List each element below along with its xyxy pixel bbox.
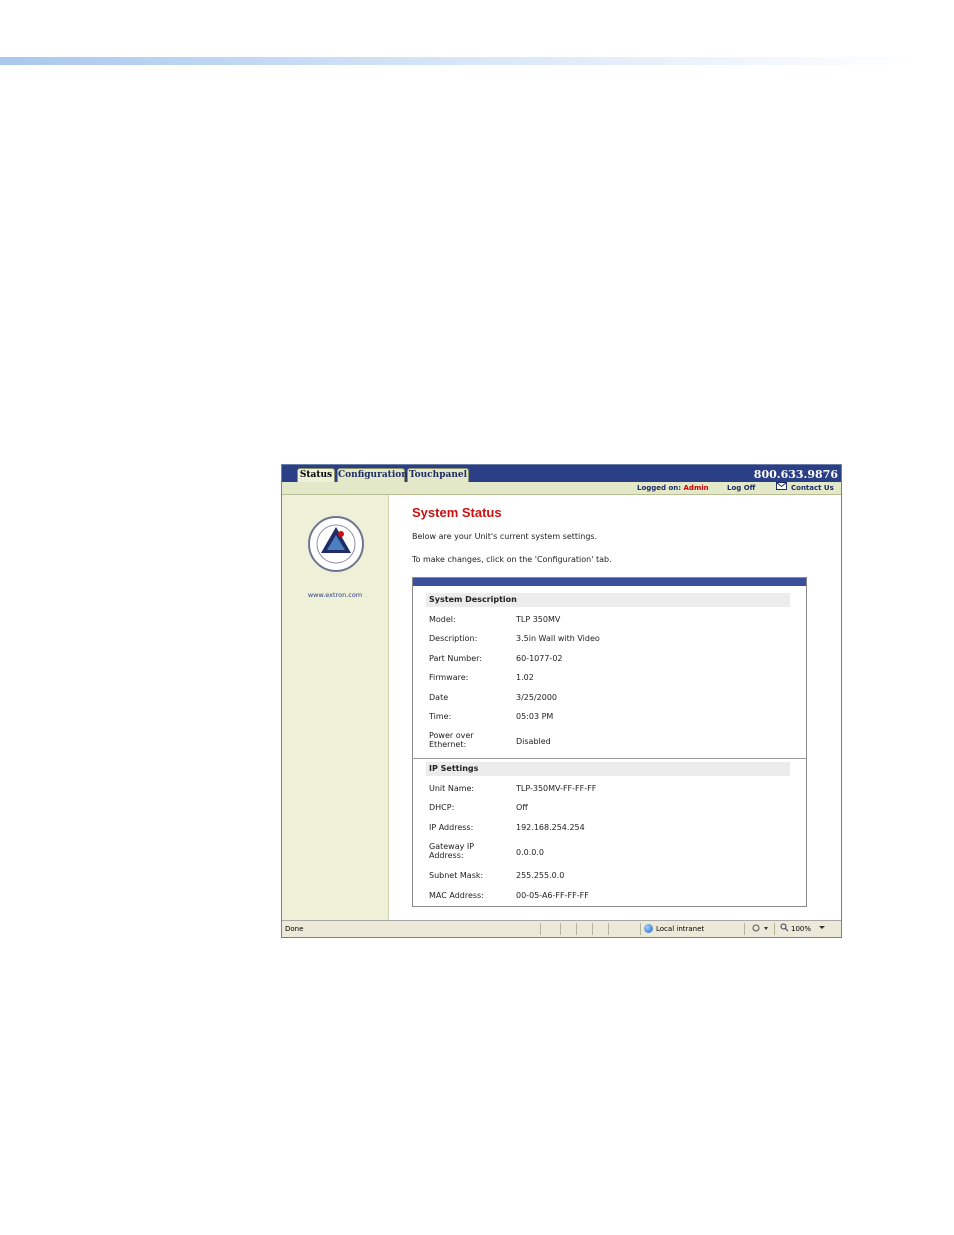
label-dhcp: DHCP: [429,803,455,812]
value-date: 3/25/2000 [516,693,558,702]
browser-status-bar: Done Local intranet 100% [282,920,841,937]
browser-screenshot: Status Configuration Touchpanel 800.633.… [281,464,842,938]
label-unit-name: Unit Name: [429,784,475,793]
status-segment [560,923,561,935]
value-unit-name: TLP-350MV-FF-FF-FF [516,784,597,793]
extron-s3-logo-icon [307,515,365,573]
main-content: System Status Below are your Unit's curr… [389,495,841,920]
label-subnet-mask: Subnet Mask: [429,871,484,880]
label-gateway-ip-address: Gateway IP Address: [429,842,475,860]
page-header-gradient-bar [0,57,954,65]
label-part-number: Part Number: [429,654,483,663]
value-time: 05:03 PM [516,712,554,721]
label-mac-address: MAC Address: [429,891,484,900]
logged-on-status: Logged on: Admin [637,484,709,492]
globe-icon [644,924,653,933]
extron-website-link[interactable]: www.extron.com [282,591,388,599]
value-firmware: 1.02 [516,673,534,682]
value-description: 3.5in Wall with Video [516,634,600,643]
logged-on-label: Logged on: [637,484,682,492]
zoom-icon[interactable] [780,923,789,934]
status-segment [576,923,577,935]
label-description: Description: [429,634,478,643]
label-firmware: Firmware: [429,673,469,682]
logged-on-user: Admin [683,484,709,492]
status-segment [608,923,609,935]
contact-us-link[interactable]: Contact Us [791,484,834,492]
label-power-over-ethernet: Power over Ethernet: [429,731,474,749]
value-power-over-ethernet: Disabled [516,737,551,746]
status-panel: System Description Model: TLP 350MV Desc… [412,577,807,907]
security-zone: Local intranet [656,925,705,933]
page-title: System Status [412,505,502,520]
label-model: Model: [429,615,456,624]
label-date: Date [429,693,449,702]
label-time: Time: [429,712,452,721]
status-segment [640,923,641,935]
status-segment [744,923,745,935]
tab-bar: Status Configuration Touchpanel 800.633.… [282,465,841,482]
value-mac-address: 00-05-A6-FF-FF-FF [516,891,589,900]
mail-icon [776,482,787,493]
sidebar: www.extron.com [282,495,389,920]
tab-touchpanel[interactable]: Touchpanel [407,468,469,482]
status-text: Done [285,925,304,933]
status-segment [774,923,775,935]
label-ip-address: IP Address: [429,823,474,832]
section-divider [413,758,806,759]
value-subnet-mask: 255.255.0.0 [516,871,565,880]
status-segment [592,923,593,935]
value-gateway-ip-address: 0.0.0.0 [516,848,544,857]
section-system-description: System Description [426,593,790,607]
log-off-link[interactable]: Log Off [727,484,755,492]
phone-number: 800.633.9876 [753,468,838,481]
value-part-number: 60-1077-02 [516,654,563,663]
value-dhcp: Off [516,803,528,812]
intro-hint: To make changes, click on the 'Configura… [412,555,612,564]
zoom-dropdown-icon[interactable] [819,923,825,933]
protected-mode-icon[interactable] [752,923,770,935]
value-ip-address: 192.168.254.254 [516,823,585,832]
section-ip-settings: IP Settings [426,762,790,776]
status-segment [540,923,541,935]
zoom-level[interactable]: 100% [791,925,811,933]
intro-text: Below are your Unit's current system set… [412,532,598,541]
tab-status[interactable]: Status [297,468,335,482]
tab-configuration[interactable]: Configuration [337,468,408,482]
info-bar: Logged on: Admin Log Off Contact Us [282,482,841,495]
panel-header-bar [413,578,806,586]
value-model: TLP 350MV [516,615,561,624]
